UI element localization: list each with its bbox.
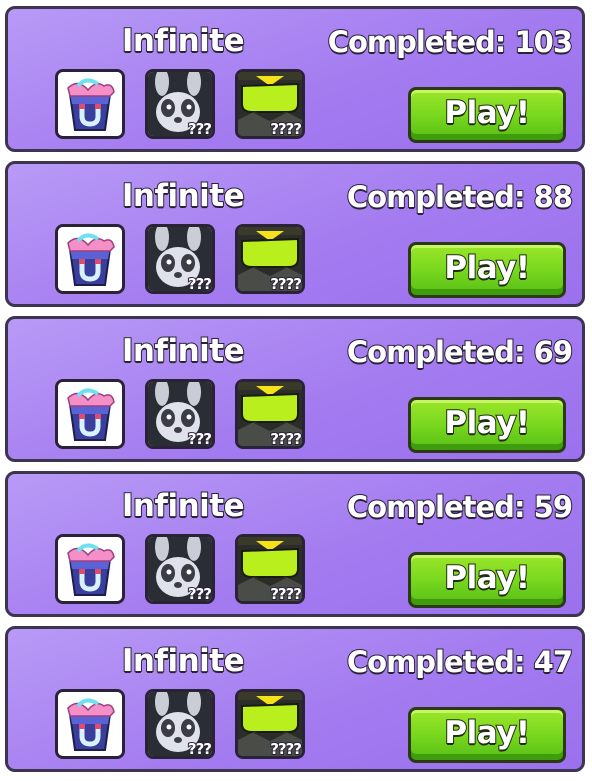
reward-slot-3[interactable]: ???? <box>235 224 305 294</box>
play-button[interactable]: Play! <box>408 397 566 453</box>
play-button[interactable]: Play! <box>408 87 566 143</box>
locked-label: ???? <box>269 274 302 293</box>
reward-slot-2[interactable]: ??? <box>145 689 215 759</box>
reward-slot-3[interactable]: ???? <box>235 689 305 759</box>
completed-count: Completed: 47 <box>346 644 574 680</box>
reward-slot-3[interactable]: ???? <box>235 534 305 604</box>
challenge-card: Infinite Completed: 69 ??? ???? Play! <box>5 316 585 462</box>
locked-label: ???? <box>269 119 302 138</box>
reward-slot-1[interactable] <box>55 534 125 604</box>
card-title: Infinite <box>121 332 246 370</box>
reward-slot-1[interactable] <box>55 224 125 294</box>
reward-slot-2[interactable]: ??? <box>145 534 215 604</box>
locked-label: ???? <box>269 429 302 448</box>
locked-label: ??? <box>187 429 212 448</box>
challenge-card: Infinite Completed: 47 ??? ???? Play! <box>5 626 585 772</box>
completed-count: Completed: 88 <box>346 179 574 215</box>
card-title: Infinite <box>121 177 246 215</box>
reward-slot-1[interactable] <box>55 379 125 449</box>
reward-slot-2[interactable]: ??? <box>145 379 215 449</box>
locked-label: ??? <box>187 274 212 293</box>
play-button[interactable]: Play! <box>408 707 566 763</box>
magnet-gift-box-icon <box>58 692 122 756</box>
challenge-card: Infinite Completed: 88 ??? ???? Play! <box>5 161 585 307</box>
magnet-gift-box-icon <box>58 382 122 446</box>
completed-count: Completed: 59 <box>346 489 574 525</box>
reward-slot-2[interactable]: ??? <box>145 224 215 294</box>
locked-label: ???? <box>269 584 302 603</box>
play-button-label: Play! <box>443 404 531 442</box>
play-button-label: Play! <box>443 94 531 132</box>
play-button[interactable]: Play! <box>408 242 566 298</box>
challenge-card: Infinite Completed: 59 ??? ???? Play! <box>5 471 585 617</box>
card-title: Infinite <box>121 22 246 60</box>
card-title: Infinite <box>121 642 246 680</box>
reward-slot-2[interactable]: ??? <box>145 69 215 139</box>
completed-count: Completed: 69 <box>346 334 574 370</box>
play-button-label: Play! <box>443 559 531 597</box>
magnet-gift-box-icon <box>58 537 122 601</box>
play-button-label: Play! <box>443 249 531 287</box>
magnet-gift-box-icon <box>58 72 122 136</box>
reward-slot-3[interactable]: ???? <box>235 379 305 449</box>
magnet-gift-box-icon <box>58 227 122 291</box>
locked-label: ??? <box>187 739 212 758</box>
play-button-label: Play! <box>443 714 531 752</box>
completed-count: Completed: 103 <box>327 24 574 60</box>
reward-slot-1[interactable] <box>55 69 125 139</box>
locked-label: ??? <box>187 584 212 603</box>
locked-label: ???? <box>269 739 302 758</box>
locked-label: ??? <box>187 119 212 138</box>
reward-slot-1[interactable] <box>55 689 125 759</box>
card-title: Infinite <box>121 487 246 525</box>
challenge-card: Infinite Completed: 103 ??? ???? Play! <box>5 6 585 152</box>
play-button[interactable]: Play! <box>408 552 566 608</box>
reward-slot-3[interactable]: ???? <box>235 69 305 139</box>
